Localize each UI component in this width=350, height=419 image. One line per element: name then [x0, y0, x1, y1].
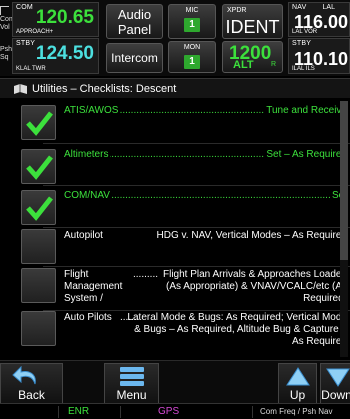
mic-button[interactable]: MIC 1 [168, 4, 216, 39]
nav-standby-frequency[interactable]: STBY 110.10 ILAL ILS [288, 38, 350, 74]
knob-arrow-icon [0, 6, 9, 15]
page-title-bar: Utilities – Checklists: Descent [0, 78, 350, 98]
page-title: Utilities – Checklists: Descent [32, 83, 177, 95]
checklist-item-action: Tune and Receive [264, 105, 347, 117]
checklist-item-label: COM/NAV [64, 190, 112, 202]
com-standby-station: KLAL TWR [16, 66, 46, 72]
checklist-item-label: Altimeters [64, 149, 111, 161]
checklist-item-autopilot[interactable]: ............ Autopilot HDG v. NAV, Verti… [21, 225, 350, 265]
mon-indicator: 1 [184, 55, 200, 69]
checklist-checkbox[interactable] [21, 268, 56, 303]
com-standby-tag: STBY [16, 40, 36, 47]
checklist-checkbox[interactable] [21, 229, 56, 264]
status-bar: ENR GPS Com Freq / Psh Nav [0, 403, 350, 419]
checklist-item-action: Flight Plan Arrivals & Approaches Loaded… [163, 269, 347, 304]
menu-icon [120, 367, 144, 386]
flight-phase-status: ENR [68, 406, 90, 417]
com-active-freq: 120.65 [35, 7, 94, 28]
scroll-up-button[interactable]: Up [278, 363, 317, 404]
com-standby-frequency[interactable]: STBY 124.50 KLAL TWR [12, 38, 99, 74]
checklist-item-label: Flight Management System / [64, 269, 123, 304]
checkmark-icon [26, 196, 53, 221]
nav-source-status: GPS [158, 406, 180, 417]
checklist-item-fms[interactable]: Flight Management System / ......... Fli… [21, 265, 350, 310]
checklist-item-altimeters[interactable]: ........................................… [21, 145, 350, 185]
com-tag: COM [16, 4, 33, 11]
nav-active-frequency[interactable]: NAV LAL 116.00 LAL VOR [288, 2, 350, 37]
arrow-down-icon [326, 368, 350, 387]
checklist-checkbox[interactable] [21, 149, 56, 184]
checklist-item-action: Lateral Mode & Bugs: As Required; Vertic… [127, 312, 347, 347]
com-active-frequency[interactable]: COM 120.65 APPROACH+ [12, 2, 99, 37]
squelch-knob-label[interactable]: Psh Sq [0, 46, 12, 62]
intercom-button[interactable]: Intercom [106, 43, 163, 73]
checklist-checkbox[interactable] [21, 311, 56, 346]
row-divider [43, 143, 350, 144]
mic-indicator: 1 [184, 18, 200, 32]
checklist-item-label: Autopilot [64, 230, 105, 242]
knob-hint: Com Freq / Psh Nav [260, 407, 333, 416]
xpdr-mode: ALT [233, 59, 254, 71]
com-active-station: APPROACH+ [16, 29, 54, 35]
xpdr-reply-flag: R [270, 61, 276, 68]
menu-button[interactable]: Menu [104, 363, 159, 404]
checklist-book-icon [14, 84, 27, 94]
audio-panel-button[interactable]: Audio Panel [106, 4, 163, 39]
checklist-item-atis[interactable]: ........................................… [21, 101, 350, 141]
status-divider [120, 406, 121, 418]
checklist-item-action: Set – As Required [264, 149, 347, 161]
softkey-bar: Back Menu Up Down [0, 360, 350, 404]
checkmark-icon [26, 155, 53, 180]
checklist-item-action: HDG v. NAV, Vertical Modes – As Required [154, 230, 347, 242]
com-volume-knob-label[interactable]: Com Vol [0, 6, 15, 32]
scrollbar-thumb[interactable] [340, 101, 348, 260]
checklist-item-auto-pilots[interactable]: Auto Pilots ....... Lateral Mode & Bugs:… [21, 308, 350, 358]
radio-bar: Com Vol Psh Sq COM 120.65 APPROACH+ STBY… [0, 0, 350, 76]
com-standby-freq: 124.50 [35, 43, 94, 64]
scroll-down-button[interactable]: Down [320, 363, 350, 404]
checklist-scrollbar[interactable] [340, 101, 348, 357]
transponder-ident-button[interactable]: XPDR IDENT [222, 4, 283, 39]
checklist-item-label: ATIS/AWOS [64, 105, 121, 117]
monitor-button[interactable]: MON 1 [168, 41, 216, 73]
checklist-checkbox[interactable] [21, 190, 56, 225]
back-arrow-icon [12, 366, 36, 385]
checklist-checkbox[interactable] [21, 105, 56, 140]
checklist[interactable]: ........................................… [0, 99, 350, 360]
status-divider [252, 406, 253, 418]
back-button[interactable]: Back [0, 363, 63, 404]
checklist-item-com-nav[interactable]: ........................................… [21, 186, 350, 226]
status-divider [58, 406, 59, 418]
arrow-up-icon [286, 367, 310, 386]
checkmark-icon [26, 111, 53, 136]
transponder-code-button[interactable]: 1200 ALT R [222, 41, 283, 73]
